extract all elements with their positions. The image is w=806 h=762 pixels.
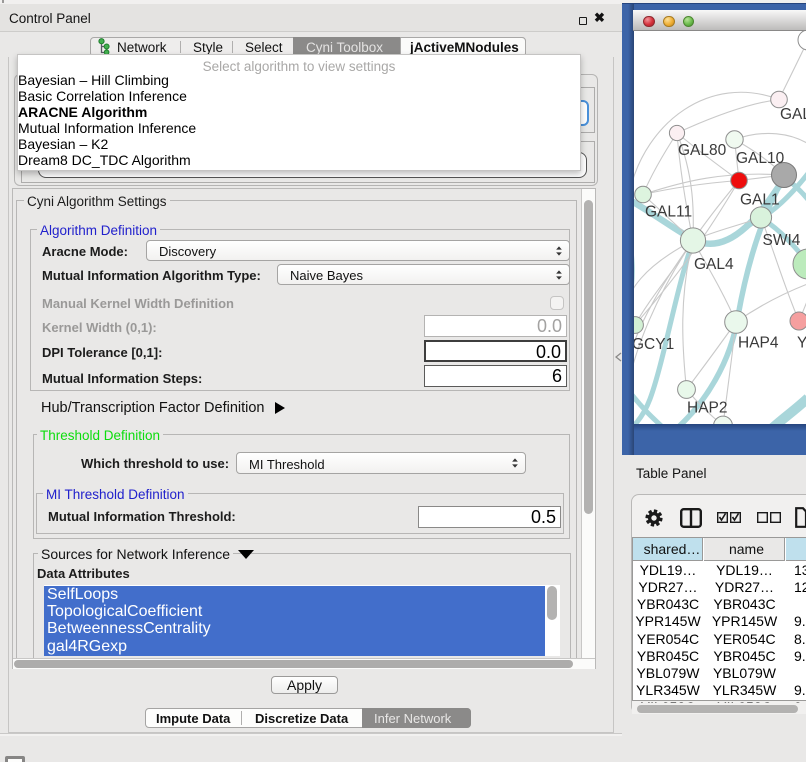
svg-text:GAL4: GAL4	[694, 256, 734, 273]
svg-text:GAL80: GAL80	[678, 142, 727, 159]
svg-text:GALS: GALS	[780, 106, 806, 123]
svg-text:HAP2: HAP2	[687, 400, 728, 417]
svg-text:SWI4: SWI4	[763, 232, 801, 249]
svg-text:YB: YB	[797, 335, 806, 352]
svg-text:GAL1: GAL1	[740, 192, 780, 209]
svg-text:HAP4: HAP4	[738, 335, 779, 352]
svg-text:GAL11: GAL11	[645, 204, 692, 221]
svg-text:GAL10: GAL10	[736, 150, 785, 167]
svg-text:GCY1: GCY1	[634, 336, 674, 353]
